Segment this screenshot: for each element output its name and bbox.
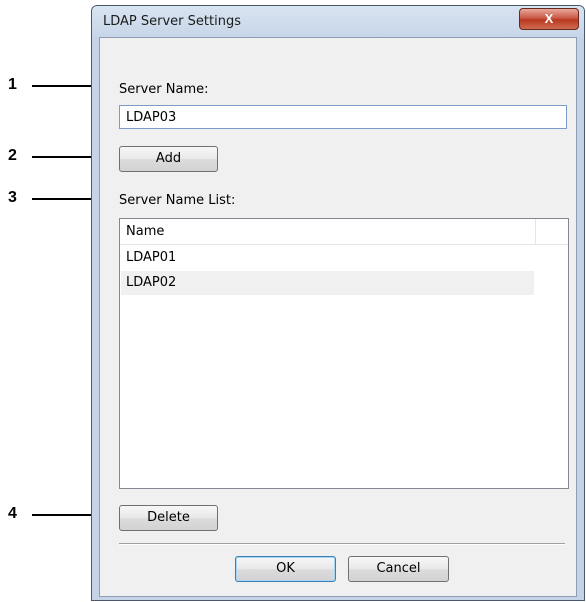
close-icon: X — [544, 11, 554, 26]
list-header: Name — [120, 219, 568, 245]
callout-number-4: 4 — [8, 505, 17, 522]
callout-number-1: 1 — [8, 76, 17, 93]
title-bar[interactable]: LDAP Server Settings X — [92, 6, 584, 38]
server-name-input[interactable] — [119, 105, 567, 129]
add-button[interactable]: Add — [119, 146, 218, 172]
column-header-name[interactable]: Name — [126, 224, 164, 239]
close-button[interactable]: X — [519, 8, 579, 30]
divider-highlight — [119, 544, 565, 545]
list-item[interactable]: LDAP02 — [121, 271, 534, 295]
server-name-label: Server Name: — [119, 82, 209, 97]
ldap-server-settings-dialog: LDAP Server Settings X Server Name: Add … — [91, 5, 585, 601]
dialog-title: LDAP Server Settings — [103, 14, 241, 29]
list-item[interactable]: LDAP01 — [121, 246, 534, 270]
column-divider[interactable] — [535, 219, 536, 244]
delete-button[interactable]: Delete — [119, 505, 218, 531]
server-name-list[interactable]: Name LDAP01 LDAP02 — [119, 218, 569, 489]
cancel-button[interactable]: Cancel — [348, 556, 449, 582]
callout-number-2: 2 — [8, 147, 17, 164]
dialog-body: Server Name: Add Server Name List: Name … — [99, 37, 577, 597]
server-name-list-label: Server Name List: — [119, 193, 236, 208]
callout-number-3: 3 — [8, 189, 17, 206]
ok-button[interactable]: OK — [235, 556, 336, 582]
